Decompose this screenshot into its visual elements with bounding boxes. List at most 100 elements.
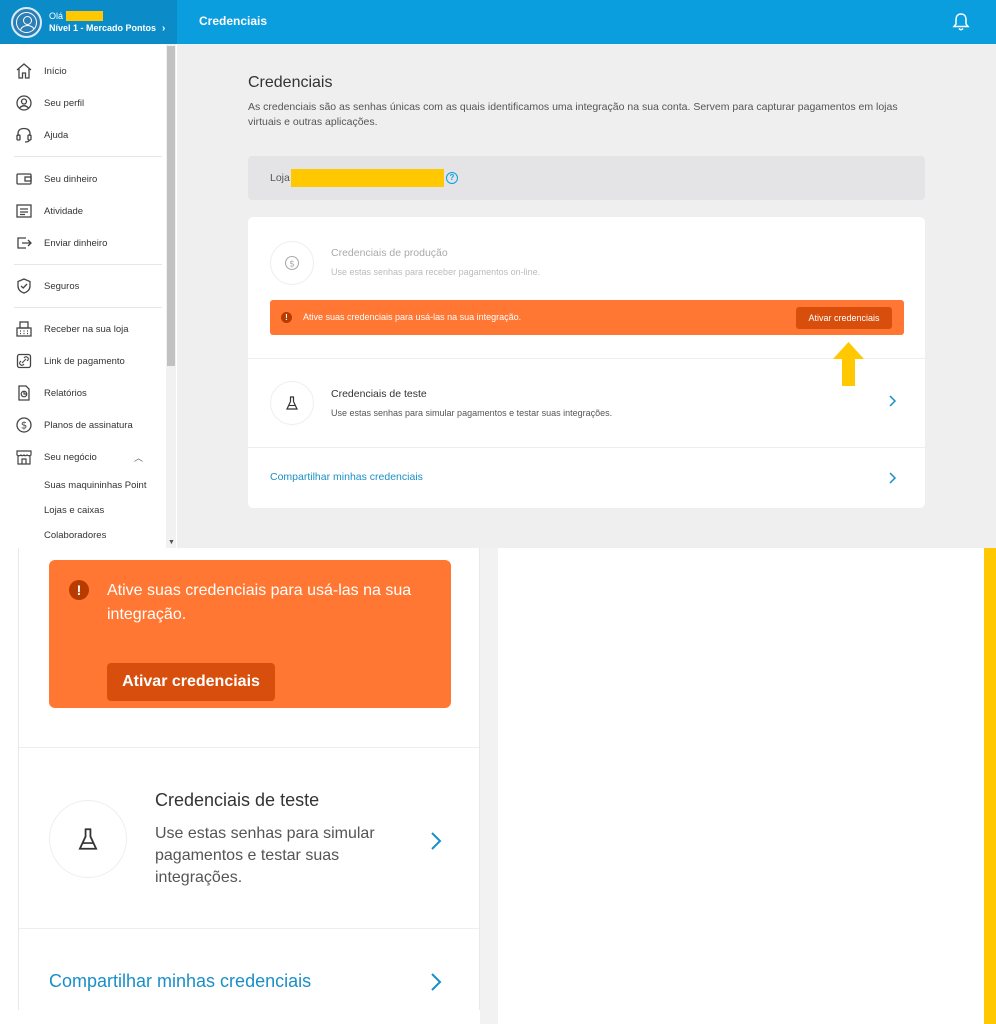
test-icon-circle (49, 800, 127, 878)
svg-text:$: $ (289, 259, 295, 269)
sidebar-item-receber-na-sua-loja[interactable]: Receber na sua loja (0, 315, 165, 343)
sidebar-item-seu-dinheiro[interactable]: Seu dinheiro (0, 165, 165, 193)
activation-alert: ! Ative suas credenciais para usá-las na… (270, 300, 904, 335)
card-divider (19, 928, 479, 929)
sidebar-item-seu-negocio[interactable]: Seu negócio ︿ (0, 443, 165, 471)
alert-text: Ative suas credenciais para usá-las na s… (303, 312, 522, 322)
sidebar-item-label: Relatórios (44, 387, 87, 399)
redacted-name (66, 10, 104, 21)
highlight-strip (984, 548, 996, 1024)
send-icon (17, 237, 32, 249)
list-icon (16, 204, 32, 218)
headset-icon (16, 127, 32, 143)
sidebar-item-ajuda[interactable]: Ajuda (0, 121, 165, 149)
sidebar-item-seguros[interactable]: Seguros (0, 272, 165, 300)
scroll-down-icon[interactable]: ▼ (168, 539, 175, 546)
background-strip (480, 548, 498, 1024)
flask-icon (78, 828, 98, 850)
chevron-right-icon[interactable] (427, 830, 445, 852)
sidebar-item-label: Ajuda (44, 129, 69, 141)
top-header: Olá Nível 1 - Mercado Pontos › Credenciai… (0, 0, 996, 44)
share-credentials-link[interactable]: Compartilhar minhas credenciais (270, 471, 423, 483)
sidebar-item-label: Enviar dinheiro (44, 237, 108, 249)
sidebar-item-label: Seu dinheiro (44, 173, 98, 185)
warning-icon: ! (281, 312, 292, 323)
sidebar-item-label: Receber na sua loja (44, 323, 129, 335)
sidebar-item-label: Seu negócio (44, 451, 97, 463)
report-icon (18, 385, 30, 401)
user-icon (16, 11, 37, 33)
chevron-right-icon: › (162, 22, 166, 34)
sidebar-item-atividade[interactable]: Atividade (0, 197, 165, 225)
pos-icon (16, 321, 32, 337)
test-credentials-title[interactable]: Credenciais de teste (331, 388, 427, 400)
store-label: Loja (270, 172, 290, 184)
test-credentials-title[interactable]: Credenciais de teste (155, 790, 319, 811)
chevron-up-icon: ︿ (134, 452, 144, 463)
alert-text: Ative suas credenciais para usá-las na s… (107, 582, 412, 623)
production-icon-circle: $ (270, 241, 314, 285)
greeting: Olá (49, 10, 165, 21)
level-text: Nível 1 - Mercado Pontos (49, 22, 157, 33)
sidebar-item-inicio[interactable]: Início (0, 57, 165, 85)
sidebar-item-label: Atividade (44, 205, 84, 217)
account-menu[interactable]: Olá Nível 1 - Mercado Pontos › (0, 0, 177, 44)
account-text: Olá Nível 1 - Mercado Pontos › (49, 10, 165, 34)
wallet-icon (16, 173, 32, 185)
credentials-card: $ Credenciais de produção Use estas senh… (248, 217, 925, 508)
svg-text:$: $ (21, 421, 27, 432)
greeting-label: Olá (49, 10, 64, 21)
sidebar-item-relatorios[interactable]: Relatórios (0, 379, 165, 407)
sidebar-item-seu-perfil[interactable]: Seu perfil (0, 89, 165, 117)
mobile-card: ! Ative suas credenciais para usá-las na… (18, 548, 480, 1010)
avatar[interactable] (11, 6, 42, 38)
sidebar-item-label: Planos de assinatura (44, 419, 133, 431)
warning-icon: ! (69, 580, 89, 600)
production-description: Use estas senhas para receber pagamentos… (331, 267, 541, 277)
dollar-icon: $ (284, 255, 300, 271)
production-title: Credenciais de produção (331, 247, 448, 259)
card-divider (248, 447, 925, 448)
store-icon (16, 450, 32, 465)
sidebar-subitem[interactable]: Suas maquininhas Point (44, 480, 146, 491)
sidebar-scrollbar[interactable]: ▼ (166, 44, 176, 548)
sidebar-item-label: Início (44, 65, 67, 77)
sidebar-subitem[interactable]: Colaboradores (44, 530, 106, 541)
flask-icon (286, 396, 298, 410)
level-label[interactable]: Nível 1 - Mercado Pontos › (49, 23, 165, 34)
bell-icon[interactable] (952, 12, 970, 32)
activation-alert-zoomed: ! Ative suas credenciais para usá-las na… (49, 560, 451, 708)
test-credentials-description: Use estas senhas para simular pagamentos… (331, 408, 613, 418)
store-selector: Loja ? (248, 156, 925, 200)
chevron-right-icon[interactable] (427, 971, 445, 993)
sidebar-divider (14, 307, 162, 308)
share-credentials-link[interactable]: Compartilhar minhas credenciais (49, 971, 311, 992)
card-divider (248, 358, 925, 359)
dollar-icon: $ (16, 417, 32, 433)
header-title: Credenciais (199, 14, 268, 28)
desktop-screenshot: Olá Nível 1 - Mercado Pontos › Credenciai… (0, 0, 996, 548)
sidebar-item-link-de-pagamento[interactable]: Link de pagamento (0, 347, 165, 375)
home-icon (16, 63, 32, 79)
scrollbar-thumb[interactable] (167, 46, 175, 366)
sidebar-item-enviar-dinheiro[interactable]: Enviar dinheiro (0, 229, 165, 257)
link-icon (16, 353, 32, 369)
profile-icon (16, 95, 32, 111)
sidebar-item-label: Link de pagamento (44, 355, 125, 367)
chevron-right-icon[interactable] (886, 394, 898, 408)
sidebar-item-label: Seu perfil (44, 97, 85, 109)
activate-credentials-button[interactable]: Ativar credenciais (796, 307, 892, 329)
sidebar-subitem[interactable]: Lojas e caixas (44, 505, 104, 516)
test-credentials-description: Use estas senhas para simular pagamentos… (155, 825, 375, 886)
page-title: Credenciais (248, 74, 333, 91)
chevron-right-icon[interactable] (886, 471, 898, 485)
sidebar-item-label: Seguros (44, 280, 80, 292)
help-icon[interactable]: ? (446, 172, 458, 184)
arrow-up-icon (833, 342, 864, 386)
activate-credentials-button[interactable]: Ativar credenciais (107, 663, 275, 701)
sidebar-item-planos-de-assinatura[interactable]: $ Planos de assinatura (0, 411, 165, 439)
page-description: As credenciais são as senhas únicas com … (248, 101, 898, 128)
sidebar-divider (14, 156, 162, 157)
sidebar-divider (14, 264, 162, 265)
card-divider (19, 747, 479, 748)
